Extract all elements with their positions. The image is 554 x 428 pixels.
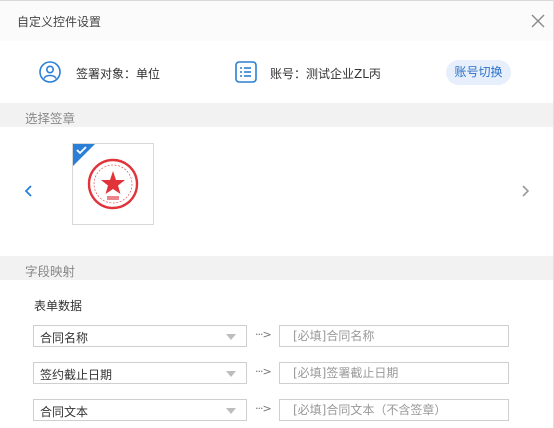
close-icon[interactable] bbox=[530, 13, 546, 29]
field-select-value: 签约截止日期 bbox=[40, 368, 113, 382]
mapping-arrow-icon: ···> bbox=[255, 328, 272, 341]
mapping-value-input[interactable] bbox=[279, 399, 509, 421]
mapping-arrow-icon: ···> bbox=[255, 365, 272, 378]
chevron-left-icon[interactable] bbox=[22, 184, 36, 198]
mapping-row: 合同文本 ···> bbox=[0, 399, 554, 421]
caret-down-icon bbox=[226, 334, 236, 340]
custom-control-settings-dialog: 自定义控件设置 签署对象：单位 账号：测试企业ZL丙 账号切换 选择签章 字段映… bbox=[0, 0, 554, 428]
mapping-row: 合同名称 ···> bbox=[0, 325, 554, 347]
field-select[interactable]: 合同名称 bbox=[33, 325, 247, 347]
field-select-value: 合同文本 bbox=[40, 405, 89, 419]
field-select[interactable]: 合同文本 bbox=[33, 399, 247, 421]
seal-section-header: 选择签章 bbox=[0, 103, 554, 127]
field-mapping-section-header: 字段映射 bbox=[0, 256, 554, 280]
signer-info-row: 签署对象：单位 账号：测试企业ZL丙 账号切换 bbox=[0, 42, 554, 102]
mapping-arrow-icon: ···> bbox=[255, 402, 272, 415]
mapping-value-input[interactable] bbox=[279, 362, 509, 384]
chevron-right-icon[interactable] bbox=[518, 184, 532, 198]
list-icon bbox=[235, 61, 257, 83]
form-data-label: 表单数据 bbox=[34, 299, 83, 313]
switch-account-button[interactable]: 账号切换 bbox=[446, 60, 511, 85]
account-label: 账号：测试企业ZL丙 bbox=[270, 67, 381, 81]
signer-label: 签署对象：单位 bbox=[76, 67, 161, 81]
field-select[interactable]: 签约截止日期 bbox=[33, 362, 247, 384]
seal-option[interactable] bbox=[72, 143, 154, 225]
mapping-value-input[interactable] bbox=[279, 325, 509, 347]
field-select-value: 合同名称 bbox=[40, 331, 89, 345]
caret-down-icon bbox=[226, 408, 236, 414]
dialog-titlebar: 自定义控件设置 bbox=[0, 0, 554, 41]
seal-section-title: 选择签章 bbox=[25, 111, 76, 126]
dialog-title: 自定义控件设置 bbox=[17, 15, 102, 29]
checkmark-icon bbox=[76, 146, 87, 154]
user-circle-icon bbox=[39, 61, 61, 83]
mapping-row: 签约截止日期 ···> bbox=[0, 362, 554, 384]
caret-down-icon bbox=[226, 371, 236, 377]
field-mapping-title: 字段映射 bbox=[25, 264, 76, 279]
